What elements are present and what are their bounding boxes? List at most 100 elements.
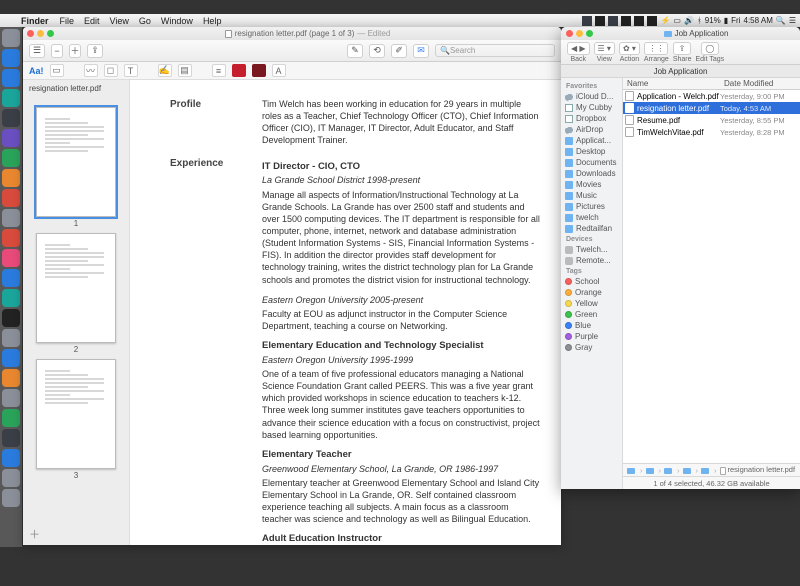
- zoom-in-button[interactable]: ＋: [69, 44, 81, 58]
- finder-tab[interactable]: Job Application: [561, 65, 800, 78]
- file-row[interactable]: Resume.pdfYesterday, 8:55 PM: [623, 114, 800, 126]
- menu-edit[interactable]: Edit: [84, 16, 100, 26]
- notification-center-icon[interactable]: ☰: [789, 16, 796, 25]
- add-page-button[interactable]: ＋: [29, 526, 40, 542]
- volume-icon[interactable]: 🔊: [684, 16, 694, 25]
- finder-titlebar[interactable]: Job Application: [561, 27, 800, 40]
- sidebar-item[interactable]: Yellow: [561, 298, 622, 309]
- path-segment[interactable]: [701, 466, 711, 475]
- minimize-button[interactable]: [576, 30, 583, 37]
- back-button[interactable]: ◀ ▶: [567, 42, 590, 55]
- sidebar-item[interactable]: Blue: [561, 320, 622, 331]
- menubar-app-name[interactable]: Finder: [21, 16, 49, 26]
- sidebar-item[interactable]: twelch: [561, 212, 622, 223]
- path-bar[interactable]: ›››››resignation letter.pdf: [623, 463, 800, 476]
- evernote-icon[interactable]: [608, 16, 618, 26]
- battery-percent[interactable]: 91%: [705, 16, 721, 25]
- sidebar-item[interactable]: Documents: [561, 157, 622, 168]
- sidebar-item[interactable]: Desktop: [561, 146, 622, 157]
- dock-app[interactable]: [2, 449, 20, 467]
- sidebar-item[interactable]: Applicat...: [561, 135, 622, 146]
- status-icon[interactable]: [582, 16, 592, 26]
- sidebar-item[interactable]: Orange: [561, 287, 622, 298]
- view-button[interactable]: ☰ ▾: [594, 42, 615, 55]
- menu-view[interactable]: View: [110, 16, 129, 26]
- sidebar-item[interactable]: Gray: [561, 342, 622, 353]
- action-button[interactable]: ✿ ▾: [619, 42, 640, 55]
- minimize-button[interactable]: [37, 30, 44, 37]
- sidebar-item[interactable]: Green: [561, 309, 622, 320]
- text-tool-button[interactable]: T: [124, 64, 138, 77]
- edit-tags-button[interactable]: ◯: [701, 42, 719, 55]
- sidebar-item[interactable]: Downloads: [561, 168, 622, 179]
- page-thumbnail[interactable]: 1: [36, 107, 116, 217]
- dock-app[interactable]: [2, 409, 20, 427]
- dock-app[interactable]: [2, 429, 20, 447]
- dock-app[interactable]: [2, 69, 20, 87]
- path-segment[interactable]: [646, 466, 656, 475]
- spotlight-icon[interactable]: 🔍: [776, 16, 786, 25]
- close-button[interactable]: [27, 30, 34, 37]
- border-color-button[interactable]: [232, 64, 246, 77]
- dock-app[interactable]: [2, 289, 20, 307]
- share-button[interactable]: ⇪: [673, 42, 691, 55]
- dock-app[interactable]: [2, 249, 20, 267]
- highlight-button[interactable]: ✎: [347, 44, 363, 58]
- status-icon[interactable]: [647, 16, 657, 26]
- column-headers[interactable]: Name Date Modified: [623, 78, 800, 90]
- sidebar-item[interactable]: My Cubby: [561, 102, 622, 113]
- fill-color-button[interactable]: [252, 64, 266, 77]
- menu-window[interactable]: Window: [161, 16, 193, 26]
- sidebar-item[interactable]: Redtailfan: [561, 223, 622, 234]
- sidebar-item[interactable]: AirDrop: [561, 124, 622, 135]
- close-button[interactable]: [566, 30, 573, 37]
- font-button[interactable]: A: [272, 64, 286, 77]
- dock-app[interactable]: [2, 489, 20, 507]
- sidebar-item[interactable]: School: [561, 276, 622, 287]
- bluetooth-icon[interactable]: ᚼ: [697, 16, 702, 25]
- zoom-button[interactable]: [47, 30, 54, 37]
- file-row[interactable]: Application - Welch.pdfYesterday, 9:00 P…: [623, 90, 800, 102]
- battery-icon[interactable]: ▮: [724, 16, 728, 25]
- dock-app[interactable]: [2, 269, 20, 287]
- menu-help[interactable]: Help: [203, 16, 222, 26]
- dock-app[interactable]: [2, 89, 20, 107]
- display-icon[interactable]: ▭: [673, 16, 681, 25]
- sidebar-item[interactable]: Movies: [561, 179, 622, 190]
- file-row[interactable]: TimWelchVitae.pdfYesterday, 8:28 PM: [623, 126, 800, 138]
- arrange-button[interactable]: ⋮⋮: [644, 42, 668, 55]
- dock-app[interactable]: [2, 109, 20, 127]
- clock-time[interactable]: 4:58 AM: [744, 16, 773, 25]
- text-style-button[interactable]: Aa!: [29, 66, 44, 76]
- zoom-button[interactable]: [586, 30, 593, 37]
- menu-file[interactable]: File: [60, 16, 75, 26]
- page-thumbnail[interactable]: 2: [36, 233, 116, 343]
- status-icon[interactable]: [595, 16, 605, 26]
- sidebar-item[interactable]: Music: [561, 190, 622, 201]
- path-segment[interactable]: resignation letter.pdf: [720, 465, 796, 474]
- search-field[interactable]: 🔍 Search: [435, 44, 555, 57]
- dock-app[interactable]: [2, 349, 20, 367]
- sidebar-item[interactable]: Pictures: [561, 201, 622, 212]
- dock-app[interactable]: [2, 369, 20, 387]
- dock-app[interactable]: [2, 209, 20, 227]
- path-segment[interactable]: [683, 466, 693, 475]
- column-date[interactable]: Date Modified: [720, 79, 800, 88]
- line-style-button[interactable]: ≡: [212, 64, 226, 77]
- sketch-tool-button[interactable]: 〰: [84, 64, 98, 77]
- dropbox-icon[interactable]: [634, 16, 644, 26]
- dock-app[interactable]: [2, 129, 20, 147]
- dock-app[interactable]: [2, 29, 20, 47]
- preview-titlebar[interactable]: resignation letter.pdf (page 1 of 3) — E…: [23, 27, 561, 40]
- clock-day[interactable]: Fri: [731, 16, 740, 25]
- sidebar-item[interactable]: iCloud D...: [561, 91, 622, 102]
- dock-app[interactable]: [2, 329, 20, 347]
- sidebar-item[interactable]: Dropbox: [561, 113, 622, 124]
- mail-button[interactable]: ✉: [413, 44, 429, 58]
- share-button[interactable]: ⇪: [87, 44, 103, 58]
- column-name[interactable]: Name: [623, 79, 720, 88]
- file-row[interactable]: resignation letter.pdfToday, 4:53 AM: [623, 102, 800, 114]
- dock-app[interactable]: [2, 49, 20, 67]
- dock-app[interactable]: [2, 309, 20, 327]
- dock-app[interactable]: [2, 149, 20, 167]
